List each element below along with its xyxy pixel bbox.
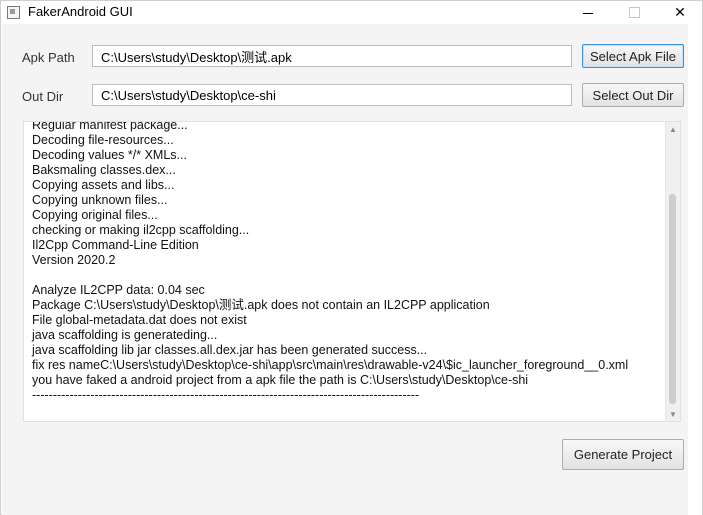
main-panel: Apk Path Select Apk File Out Dir Select … [2,24,688,515]
title-bar[interactable]: FakerAndroid GUI ✕ [1,1,702,24]
maximize-button[interactable] [611,1,657,24]
out-dir-label: Out Dir [22,89,64,104]
log-line: Version 2020.2 [32,253,116,267]
window-title: FakerAndroid GUI [28,4,133,19]
log-line: Decoding file-resources... [32,133,174,147]
apk-path-input[interactable] [92,45,572,67]
log-line: you have faked a android project from a … [32,373,529,387]
log-line: Decoding values */* XMLs... [32,148,187,162]
log-line: Analyze IL2CPP data: 0.04 sec [32,283,205,297]
log-line: Copying assets and libs... [32,178,175,192]
scroll-down-arrow-icon[interactable]: ▼ [666,407,680,421]
log-line: File global-metadata.dat does not exist [32,313,247,327]
log-line: Copying original files... [32,208,158,222]
close-button[interactable]: ✕ [657,1,703,24]
generate-project-button[interactable]: Generate Project [562,439,684,470]
log-line: Copying unknown files... [32,193,168,207]
app-icon [7,6,20,19]
select-out-dir-button[interactable]: Select Out Dir [582,83,684,107]
log-line: Il2Cpp Command-Line Edition [32,238,199,252]
log-line: checking or making il2cpp scaffolding... [32,223,250,237]
log-line: java scaffolding lib jar classes.all.dex… [32,343,428,357]
maximize-icon [628,7,640,18]
scroll-up-arrow-icon[interactable]: ▲ [666,122,680,136]
log-lines: Regular manifest package... Decoding file… [32,121,660,403]
app-window: FakerAndroid GUI ✕ Apk Path Select Apk F… [0,0,703,515]
log-scrollbar[interactable]: ▲ ▼ [665,122,680,421]
log-line: fix res nameC:\Users\study\Desktop\ce-sh… [32,358,629,372]
log-output-area[interactable]: Regular manifest package... Decoding file… [23,121,681,422]
log-line: java scaffolding is generateding... [32,328,218,342]
window-right-edge [688,24,702,515]
log-line: Baksmaling classes.dex... [32,163,176,177]
out-dir-input[interactable] [92,84,572,106]
scrollbar-thumb[interactable] [669,194,676,404]
log-line: ----------------------------------------… [32,388,420,402]
log-line: Package C:\Users\study\Desktop\测试.apk do… [32,298,490,312]
select-apk-file-button[interactable]: Select Apk File [582,44,684,68]
log-line: Regular manifest package... [32,121,188,132]
minimize-button[interactable] [565,1,611,24]
minimize-icon [583,13,593,14]
apk-path-label: Apk Path [22,50,75,65]
close-icon: ✕ [674,4,686,20]
